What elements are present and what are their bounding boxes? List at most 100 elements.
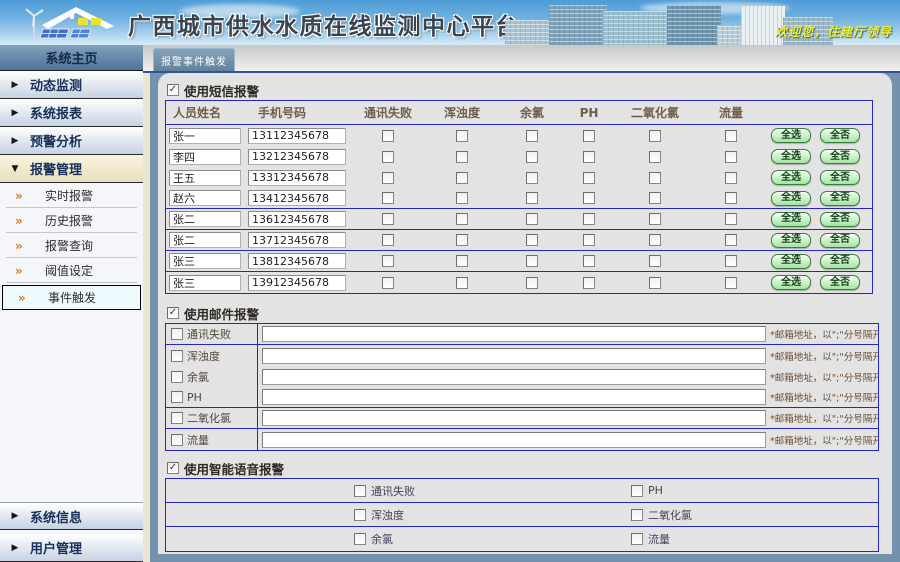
select-all-button[interactable]: 全选 xyxy=(771,191,811,206)
phone-number-input[interactable] xyxy=(248,170,346,186)
sms-param-checkbox[interactable] xyxy=(526,277,538,289)
select-all-button[interactable]: 全选 xyxy=(771,149,811,164)
sms-param-checkbox[interactable] xyxy=(583,130,595,142)
sms-param-checkbox[interactable] xyxy=(649,151,661,163)
sidebar-subitem-event-trigger[interactable]: » 事件触发 xyxy=(2,285,141,310)
phone-number-input[interactable] xyxy=(248,128,346,144)
select-all-button[interactable]: 全选 xyxy=(771,170,811,185)
sms-section-checkbox[interactable] xyxy=(167,84,179,96)
sms-param-checkbox[interactable] xyxy=(649,130,661,142)
email-section-checkbox[interactable] xyxy=(167,307,179,319)
person-name-input[interactable] xyxy=(169,232,241,248)
sidebar-item-home[interactable]: 系统主页 xyxy=(0,45,143,71)
sidebar-item-dynamic-monitoring[interactable]: ▶ 动态监测 xyxy=(0,71,143,99)
email-address-input[interactable] xyxy=(262,389,766,405)
sms-param-checkbox[interactable] xyxy=(456,213,468,225)
select-none-button[interactable]: 全否 xyxy=(820,170,860,185)
sms-param-checkbox[interactable] xyxy=(583,255,595,267)
sms-param-checkbox[interactable] xyxy=(725,213,737,225)
person-name-input[interactable] xyxy=(169,128,241,144)
sms-param-checkbox[interactable] xyxy=(583,277,595,289)
sms-param-checkbox[interactable] xyxy=(526,234,538,246)
select-all-button[interactable]: 全选 xyxy=(771,254,811,269)
email-address-input[interactable] xyxy=(262,432,766,448)
phone-number-input[interactable] xyxy=(248,190,346,206)
sms-param-checkbox[interactable] xyxy=(456,277,468,289)
sms-param-checkbox[interactable] xyxy=(649,277,661,289)
sidebar-subitem-history-alarm[interactable]: » 历史报警 xyxy=(0,208,143,233)
sidebar-item-warning-analysis[interactable]: ▶ 预警分析 xyxy=(0,127,143,155)
sms-param-checkbox[interactable] xyxy=(382,234,394,246)
sms-param-checkbox[interactable] xyxy=(725,151,737,163)
sidebar-subitem-alarm-query[interactable]: » 报警查询 xyxy=(0,233,143,258)
sms-param-checkbox[interactable] xyxy=(725,234,737,246)
person-name-input[interactable] xyxy=(169,211,241,227)
email-address-input[interactable] xyxy=(262,410,766,426)
sidebar-item-system-reports[interactable]: ▶ 系统报表 xyxy=(0,99,143,127)
sms-param-checkbox[interactable] xyxy=(456,172,468,184)
voice-param-checkbox[interactable] xyxy=(631,533,643,545)
phone-number-input[interactable] xyxy=(248,232,346,248)
person-name-input[interactable] xyxy=(169,275,241,291)
select-all-button[interactable]: 全选 xyxy=(771,128,811,143)
sms-param-checkbox[interactable] xyxy=(526,172,538,184)
sms-param-checkbox[interactable] xyxy=(725,255,737,267)
sms-param-checkbox[interactable] xyxy=(382,277,394,289)
voice-section-checkbox[interactable] xyxy=(167,462,179,474)
sms-param-checkbox[interactable] xyxy=(456,130,468,142)
sms-param-checkbox[interactable] xyxy=(456,234,468,246)
person-name-input[interactable] xyxy=(169,253,241,269)
email-param-checkbox[interactable] xyxy=(171,371,183,383)
sms-param-checkbox[interactable] xyxy=(649,213,661,225)
sms-param-checkbox[interactable] xyxy=(725,192,737,204)
sms-param-checkbox[interactable] xyxy=(526,151,538,163)
voice-param-checkbox[interactable] xyxy=(354,509,366,521)
sms-param-checkbox[interactable] xyxy=(583,213,595,225)
select-all-button[interactable]: 全选 xyxy=(771,233,811,248)
sidebar-subitem-threshold-setting[interactable]: » 阈值设定 xyxy=(0,258,143,283)
sidebar-subitem-realtime-alarm[interactable]: » 实时报警 xyxy=(0,183,143,208)
phone-number-input[interactable] xyxy=(248,275,346,291)
email-address-input[interactable] xyxy=(262,369,766,385)
person-name-input[interactable] xyxy=(169,170,241,186)
email-param-checkbox[interactable] xyxy=(171,328,183,340)
sms-param-checkbox[interactable] xyxy=(382,255,394,267)
select-none-button[interactable]: 全否 xyxy=(820,212,860,227)
voice-param-checkbox[interactable] xyxy=(631,509,643,521)
select-all-button[interactable]: 全选 xyxy=(771,212,811,227)
person-name-input[interactable] xyxy=(169,190,241,206)
sms-param-checkbox[interactable] xyxy=(526,130,538,142)
sms-param-checkbox[interactable] xyxy=(725,172,737,184)
email-param-checkbox[interactable] xyxy=(171,350,183,362)
select-none-button[interactable]: 全否 xyxy=(820,275,860,290)
email-param-checkbox[interactable] xyxy=(171,434,183,446)
select-none-button[interactable]: 全否 xyxy=(820,149,860,164)
sms-param-checkbox[interactable] xyxy=(649,172,661,184)
sidebar-item-system-info[interactable]: ▶ 系统信息 xyxy=(0,502,143,530)
sms-param-checkbox[interactable] xyxy=(382,213,394,225)
tab-alarm-event-trigger[interactable]: 报警事件触发 xyxy=(153,48,235,71)
voice-param-checkbox[interactable] xyxy=(354,533,366,545)
email-param-checkbox[interactable] xyxy=(171,412,183,424)
sms-param-checkbox[interactable] xyxy=(456,192,468,204)
email-param-checkbox[interactable] xyxy=(171,391,183,403)
phone-number-input[interactable] xyxy=(248,149,346,165)
voice-param-checkbox[interactable] xyxy=(631,485,643,497)
select-none-button[interactable]: 全否 xyxy=(820,254,860,269)
sms-param-checkbox[interactable] xyxy=(382,151,394,163)
sms-param-checkbox[interactable] xyxy=(649,255,661,267)
phone-number-input[interactable] xyxy=(248,253,346,269)
sms-param-checkbox[interactable] xyxy=(725,130,737,142)
sms-param-checkbox[interactable] xyxy=(526,192,538,204)
sms-param-checkbox[interactable] xyxy=(456,151,468,163)
sms-param-checkbox[interactable] xyxy=(382,192,394,204)
sms-param-checkbox[interactable] xyxy=(526,213,538,225)
select-none-button[interactable]: 全否 xyxy=(820,128,860,143)
sms-param-checkbox[interactable] xyxy=(649,234,661,246)
email-address-input[interactable] xyxy=(262,348,766,364)
voice-param-checkbox[interactable] xyxy=(354,485,366,497)
sms-param-checkbox[interactable] xyxy=(382,172,394,184)
person-name-input[interactable] xyxy=(169,149,241,165)
sms-param-checkbox[interactable] xyxy=(649,192,661,204)
sms-param-checkbox[interactable] xyxy=(382,130,394,142)
